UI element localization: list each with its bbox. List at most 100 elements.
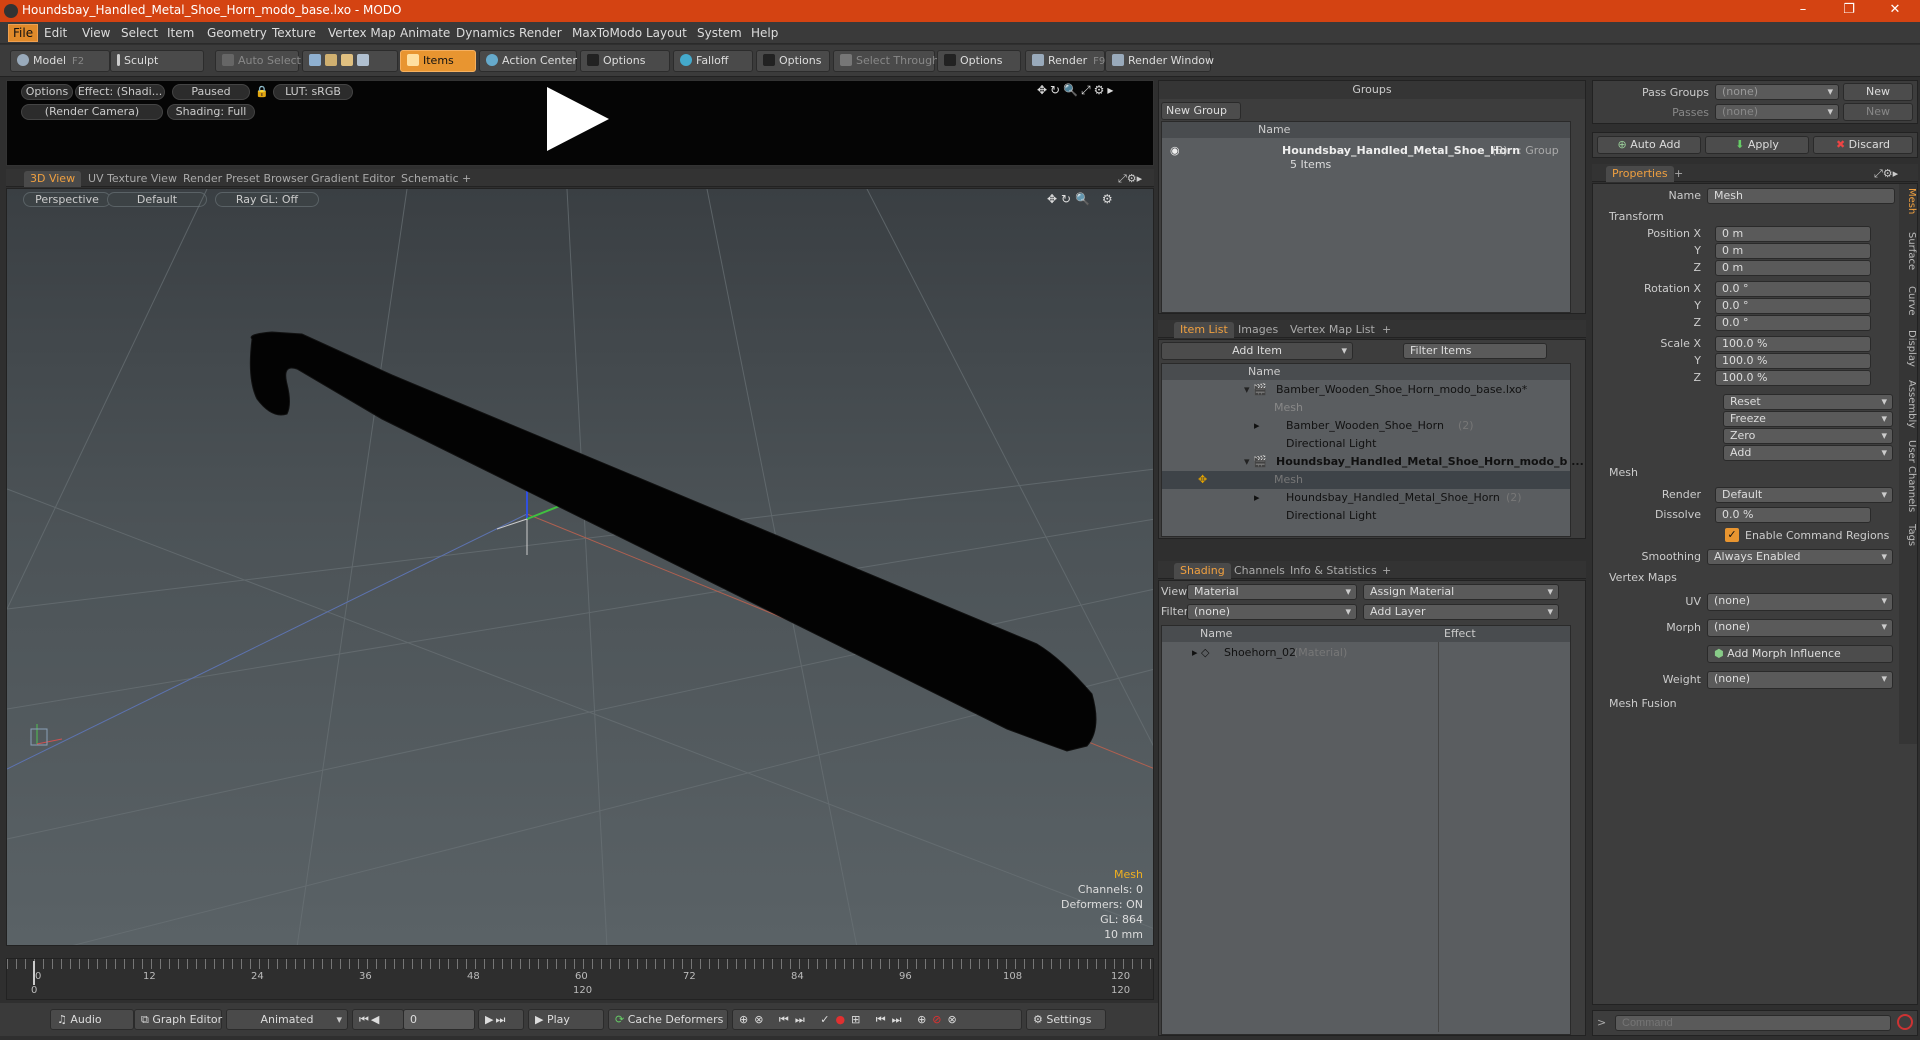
settings-button[interactable]: ⚙ Settings bbox=[1026, 1009, 1106, 1030]
add-tab-button[interactable]: + bbox=[1376, 563, 1397, 579]
dissolve-field[interactable]: 0.0 % bbox=[1715, 507, 1871, 523]
item-row-bamber[interactable]: ▸ Bamber_Wooden_Shoe_Horn (2) bbox=[1162, 417, 1570, 435]
shading-dropdown[interactable]: Shading: Full bbox=[167, 104, 255, 120]
graph-editor-button[interactable]: ⧉ Graph Editor bbox=[134, 1009, 222, 1030]
cache-deformers-button[interactable]: ⟳ Cache Deformers bbox=[608, 1009, 728, 1030]
rotation-z-field[interactable]: 0.0 ° bbox=[1715, 315, 1871, 331]
item-row-mesh1[interactable]: Mesh bbox=[1162, 399, 1570, 417]
skip-back-buttons[interactable]: ⏮◀ bbox=[352, 1009, 404, 1030]
materials-mode-icon[interactable] bbox=[357, 54, 369, 66]
menu-select[interactable]: Select bbox=[121, 26, 158, 40]
side-tab-user-channels[interactable]: User Channels bbox=[1901, 440, 1917, 512]
menu-layout[interactable]: Layout bbox=[646, 26, 687, 40]
add-tab-button[interactable]: + bbox=[1668, 166, 1689, 182]
tab-properties[interactable]: Properties bbox=[1606, 166, 1674, 182]
material-row[interactable]: ▸ ◇ Shoehorn_02 (Material) bbox=[1162, 644, 1570, 662]
add-tab-button[interactable]: + bbox=[1376, 322, 1397, 338]
command-input[interactable] bbox=[1615, 1015, 1891, 1031]
item-row-light2[interactable]: Directional Light bbox=[1162, 507, 1570, 525]
frame-field[interactable]: 0 bbox=[403, 1009, 475, 1030]
3d-viewport[interactable]: Perspective Default Ray GL: Off ✥↻🔍 ⚙ Me… bbox=[6, 188, 1154, 946]
scale-y-field[interactable]: 100.0 % bbox=[1715, 353, 1871, 369]
reset-dropdown[interactable]: Reset bbox=[1723, 394, 1893, 410]
properties-settings-icons[interactable]: ⤢⚙▸ bbox=[1868, 166, 1904, 182]
close-button[interactable]: ✕ bbox=[1872, 0, 1918, 22]
animated-dropdown[interactable]: Animated bbox=[226, 1009, 348, 1030]
tab-channels[interactable]: Channels bbox=[1228, 563, 1291, 579]
viewport-settings-icons[interactable]: ⤢⚙▸ bbox=[1112, 171, 1148, 187]
rotation-x-field[interactable]: 0.0 ° bbox=[1715, 281, 1871, 297]
menu-item[interactable]: Item bbox=[167, 26, 194, 40]
zero-dropdown[interactable]: Zero bbox=[1723, 428, 1893, 444]
pass-groups-dropdown[interactable]: (none) bbox=[1715, 84, 1839, 100]
menu-render[interactable]: Render bbox=[519, 26, 562, 40]
action-center-options[interactable]: Options bbox=[580, 50, 670, 72]
menu-system[interactable]: System bbox=[697, 26, 742, 40]
stop-icon[interactable] bbox=[1897, 1014, 1913, 1030]
scale-z-field[interactable]: 100.0 % bbox=[1715, 370, 1871, 386]
filter-items-input[interactable]: Filter Items bbox=[1403, 343, 1547, 359]
side-tab-tags[interactable]: Tags bbox=[1901, 524, 1917, 546]
menu-vertex-map[interactable]: Vertex Map bbox=[328, 26, 396, 40]
add-tab-button[interactable]: + bbox=[456, 171, 477, 187]
menu-help[interactable]: Help bbox=[751, 26, 778, 40]
tab-shading[interactable]: Shading bbox=[1174, 563, 1231, 579]
menu-edit[interactable]: Edit bbox=[44, 26, 67, 40]
item-row-houndsbay[interactable]: ▸ Houndsbay_Handled_Metal_Shoe_Horn (2) bbox=[1162, 489, 1570, 507]
model-button[interactable]: Model F2 bbox=[10, 50, 110, 72]
preview-options-button[interactable]: Options bbox=[21, 84, 73, 100]
side-tab-display[interactable]: Display bbox=[1901, 330, 1917, 367]
camera-dropdown[interactable]: (Render Camera) bbox=[21, 104, 163, 120]
tab-uv-texture-view[interactable]: UV Texture View bbox=[82, 171, 183, 187]
menu-geometry[interactable]: Geometry bbox=[207, 26, 267, 40]
selection-modes[interactable] bbox=[302, 50, 398, 72]
menu-texture[interactable]: Texture bbox=[272, 26, 316, 40]
new-pass-group-button[interactable]: New bbox=[1843, 83, 1913, 101]
tab-item-list[interactable]: Item List bbox=[1174, 322, 1234, 338]
key-tools[interactable]: ⊕⊗ ⏮⏭ ✓●⊞ ⏮⏭ ⊕⊘⊗ bbox=[732, 1009, 1022, 1030]
auto-select-button[interactable]: Auto Select bbox=[215, 50, 301, 72]
add-morph-influence-button[interactable]: ⬢ Add Morph Influence bbox=[1707, 645, 1893, 663]
timeline[interactable]: 0 12 24 36 48 60 72 84 96 108 120 0 120 … bbox=[6, 958, 1155, 1000]
render-button[interactable]: Render F9 bbox=[1025, 50, 1105, 72]
discard-button[interactable]: ✖ Discard bbox=[1813, 136, 1913, 154]
preview-paused-button[interactable]: Paused bbox=[172, 84, 250, 100]
position-z-field[interactable]: 0 m bbox=[1715, 260, 1871, 276]
falloff-options[interactable]: Options bbox=[756, 50, 830, 72]
tab-info-statistics[interactable]: Info & Statistics bbox=[1284, 563, 1383, 579]
render-preview[interactable]: Options Effect: (Shadi... Paused 🔒 LUT: … bbox=[6, 80, 1154, 166]
tab-schematic[interactable]: Schematic bbox=[395, 171, 465, 187]
morph-dropdown[interactable]: (none) bbox=[1707, 619, 1893, 637]
mesh-fusion-section[interactable]: Mesh Fusion bbox=[1609, 697, 1677, 710]
item-row-mesh2[interactable]: ✥ Mesh bbox=[1162, 471, 1570, 489]
lock-icon[interactable]: 🔒 bbox=[255, 85, 269, 98]
enable-command-regions-checkbox[interactable]: ✓ bbox=[1725, 528, 1739, 542]
menu-file[interactable]: File bbox=[8, 24, 39, 42]
rotation-y-field[interactable]: 0.0 ° bbox=[1715, 298, 1871, 314]
shoe-horn-mesh[interactable] bbox=[249, 331, 1097, 752]
render-window-button[interactable]: Render Window bbox=[1105, 50, 1214, 72]
vertex-maps-section[interactable]: Vertex Maps bbox=[1609, 571, 1677, 584]
mesh-section[interactable]: Mesh bbox=[1609, 466, 1638, 479]
add-item-dropdown[interactable]: Add Item bbox=[1161, 342, 1353, 360]
sculpt-button[interactable]: Sculpt bbox=[110, 50, 204, 72]
preview-effect-dropdown[interactable]: Effect: (Shadi... bbox=[75, 84, 165, 100]
new-group-button[interactable]: New Group bbox=[1161, 102, 1241, 120]
select-through-options[interactable]: Options bbox=[937, 50, 1021, 72]
falloff-button[interactable]: Falloff bbox=[673, 50, 753, 72]
edges-mode-icon[interactable] bbox=[325, 54, 337, 66]
new-pass-button[interactable]: New bbox=[1843, 103, 1913, 121]
menu-animate[interactable]: Animate bbox=[400, 26, 450, 40]
tab-vertex-map-list[interactable]: Vertex Map List bbox=[1284, 322, 1381, 338]
passes-dropdown[interactable]: (none) bbox=[1715, 104, 1839, 120]
tab-3d-view[interactable]: 3D View bbox=[24, 171, 82, 187]
side-tab-curve[interactable]: Curve bbox=[1901, 286, 1917, 316]
add-layer-dropdown[interactable]: Add Layer bbox=[1363, 604, 1559, 620]
items-mode-button[interactable]: Items bbox=[400, 50, 476, 72]
item-row-light1[interactable]: Directional Light bbox=[1162, 435, 1570, 453]
maximize-button[interactable]: ❐ bbox=[1826, 0, 1872, 22]
position-x-field[interactable]: 0 m bbox=[1715, 226, 1871, 242]
weight-dropdown[interactable]: (none) bbox=[1707, 671, 1893, 689]
play-button[interactable]: ▶ Play bbox=[528, 1009, 604, 1030]
filter-dropdown[interactable]: (none) bbox=[1187, 604, 1357, 620]
